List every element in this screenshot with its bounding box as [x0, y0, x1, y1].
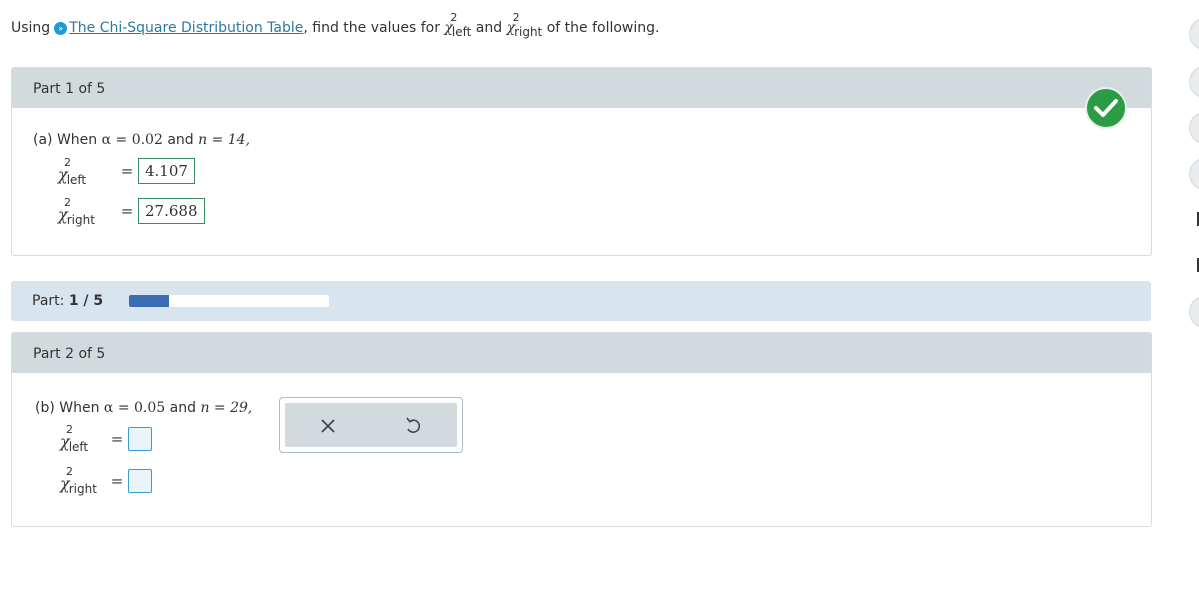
chi-left-symbol: 2 χleft — [444, 11, 472, 39]
chi-left-label: 2 χleft — [60, 423, 89, 454]
part-2-header: Part 2 of 5 — [12, 333, 1151, 373]
side-tool-button[interactable] — [1189, 18, 1199, 50]
info-icon[interactable]: » — [54, 22, 68, 35]
part-2-card: Part 2 of 5 — [11, 332, 1152, 527]
part-progress: Part: 1 / 5 — [11, 281, 1151, 321]
chi-right-label: 2 χright — [60, 465, 97, 496]
part-1-question: (a) When α = 0.02 and n = 14, — [33, 132, 251, 148]
side-tool-button[interactable] — [1189, 296, 1199, 328]
progress-track — [129, 295, 329, 307]
part-2-question: (b) When α = 0.05 and n = 29, — [35, 400, 253, 416]
undo-icon[interactable] — [402, 415, 424, 437]
chi-right-label: 2 χright — [58, 195, 95, 227]
part-1-right-row: 2 χright = 27.688 — [58, 195, 205, 227]
side-tool-button[interactable] — [1189, 112, 1199, 144]
chi-right-symbol: 2 χright — [506, 11, 543, 39]
intro-and: and — [475, 20, 503, 36]
side-tool-button[interactable] — [1189, 250, 1199, 280]
part-1-right-answer[interactable]: 27.688 — [138, 198, 205, 224]
part-1-left-answer[interactable]: 4.107 — [138, 158, 195, 184]
instructions: Using» The Chi-Square Distribution Table,… — [11, 11, 660, 39]
chi-left-label: 2 χleft — [58, 155, 87, 187]
part-2-left-row: 2 χleft = — [60, 423, 152, 454]
part-1-header: Part 1 of 5 — [12, 68, 1151, 108]
side-tool-button[interactable] — [1189, 158, 1199, 190]
part-1-left-row: 2 χleft = 4.107 — [58, 155, 195, 187]
progress-fill — [129, 295, 169, 307]
intro-suffix: of the following. — [546, 20, 660, 36]
intro-middle: , find the values for — [303, 20, 440, 36]
part-2-right-row: 2 χright = — [60, 465, 152, 496]
part-2-left-input[interactable] — [128, 426, 152, 451]
progress-label: Part: — [32, 293, 65, 309]
x-icon[interactable] — [317, 415, 339, 437]
intro-prefix: Using — [11, 20, 51, 36]
chi-square-table-link[interactable]: The Chi-Square Distribution Table — [69, 20, 303, 36]
answer-tools-panel — [279, 397, 463, 453]
part-2-right-input[interactable] — [128, 468, 152, 493]
side-tool-button[interactable] — [1189, 66, 1199, 98]
side-tool-button[interactable] — [1189, 204, 1199, 234]
progress-value: 1 / 5 — [68, 293, 104, 309]
correct-check-icon — [1085, 87, 1127, 129]
